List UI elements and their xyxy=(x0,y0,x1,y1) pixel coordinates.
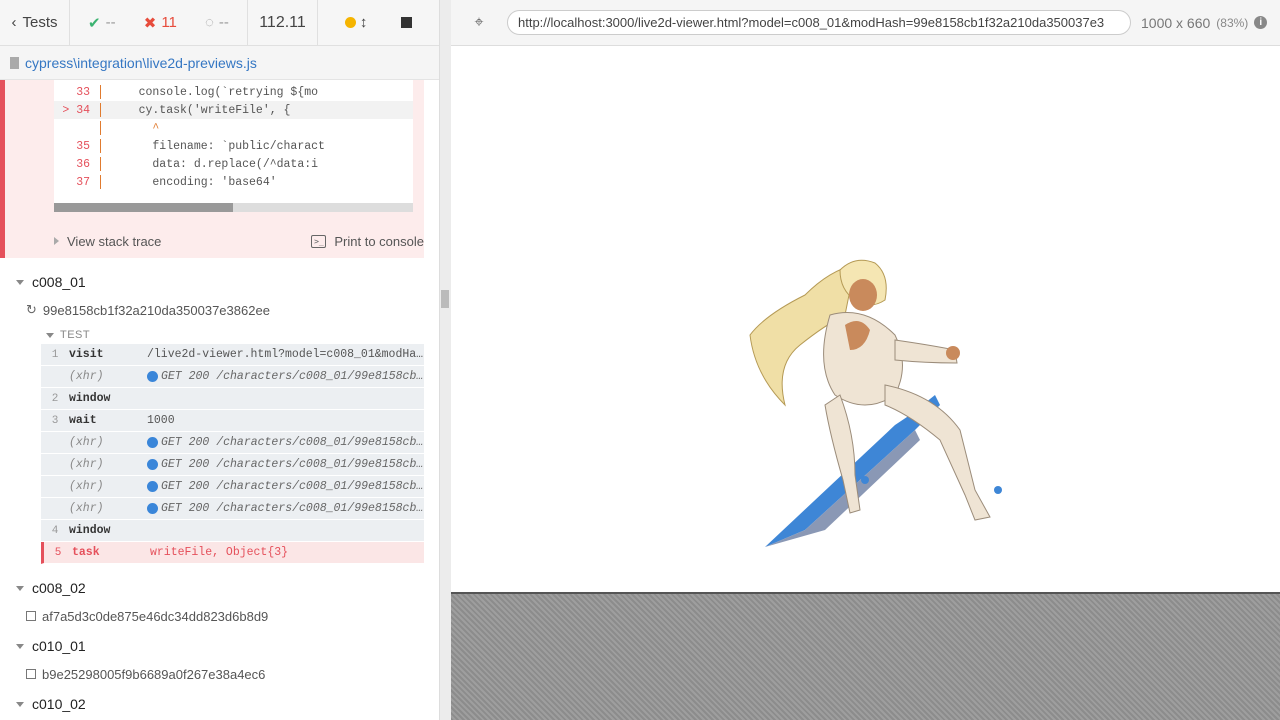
x-icon: ✖ xyxy=(143,14,157,32)
command-row-xhr[interactable]: (xhr) GET 200 /characters/c008_01/99e8158… xyxy=(41,366,424,388)
refresh-icon: ↻ xyxy=(26,302,37,317)
url-text: http://localhost:3000/live2d-viewer.html… xyxy=(518,15,1105,30)
live2d-character-image xyxy=(749,259,1002,547)
suite-c010-01[interactable]: c010_01 xyxy=(0,634,424,658)
test-row[interactable]: b9e25298005f9b6689a0f267e38a4ec6 xyxy=(0,663,424,685)
suite-c008-01[interactable]: c008_01 xyxy=(0,270,424,294)
tests-back-button[interactable]: ‹ Tests xyxy=(0,0,70,45)
square-icon xyxy=(26,611,36,621)
spec-file-name: cypress\integration\live2d-previews.js xyxy=(25,54,257,71)
pending-stat: ◌ -- xyxy=(205,14,229,31)
code-frame: 33 console.log(`retrying ${mo > 34 cy.ta… xyxy=(54,80,413,212)
code-line-caret: ^ xyxy=(54,119,413,137)
caret-right-icon xyxy=(54,237,59,245)
url-bar[interactable]: http://localhost:3000/live2d-viewer.html… xyxy=(507,10,1131,35)
xhr-status-icon xyxy=(147,459,158,470)
auto-scroll-toggle[interactable]: ↕ xyxy=(344,14,368,31)
aut-header: ⌖ http://localhost:3000/live2d-viewer.ht… xyxy=(451,0,1280,46)
code-line: 33 console.log(`retrying ${mo xyxy=(76,85,319,99)
view-stack-trace-button[interactable]: View stack trace xyxy=(54,234,161,249)
test-row[interactable]: ↻ 99e8158cb1f32a210da350037e3862ee xyxy=(0,299,424,321)
resize-grip-handle[interactable] xyxy=(441,290,449,308)
caret-down-icon xyxy=(16,279,24,285)
pending-count: -- xyxy=(218,14,229,31)
xhr-status-icon xyxy=(147,371,158,382)
suite-c008-02[interactable]: c008_02 xyxy=(0,576,424,600)
viewport-info: 1000 x 660 (83%) i xyxy=(1141,14,1268,31)
command-row-failed[interactable]: 5 task writeFile, Object{3} xyxy=(41,542,424,564)
failed-stat: ✖ 11 xyxy=(144,14,177,32)
viewport-size: 1000 x 660 xyxy=(1141,14,1211,31)
reporter-header: ‹ Tests ✔ -- ✖ 11 ◌ -- 112.11 ↕ xyxy=(0,0,439,46)
suite-c010-02[interactable]: c010_02 xyxy=(0,692,424,716)
caret-down-icon xyxy=(16,585,24,591)
selector-playground-button[interactable]: ⌖ xyxy=(451,14,507,32)
caret-down-icon xyxy=(46,332,54,338)
error-panel: 33 console.log(`retrying ${mo > 34 cy.ta… xyxy=(0,80,424,258)
test-section-label[interactable]: TEST xyxy=(46,328,90,342)
caret-down-icon xyxy=(16,643,24,649)
file-icon xyxy=(10,56,19,69)
command-row-xhr[interactable]: (xhr) GET 200 /characters/c008_01/99e8158… xyxy=(41,498,424,520)
spec-file-path[interactable]: cypress\integration\live2d-previews.js xyxy=(0,46,439,80)
check-icon: ✔ xyxy=(88,14,101,32)
info-icon[interactable]: i xyxy=(1254,16,1268,29)
passed-stat: ✔ -- xyxy=(88,14,116,32)
test-stats: ✔ -- ✖ 11 ◌ -- xyxy=(70,0,248,45)
command-row-xhr[interactable]: (xhr) GET 200 /characters/c008_01/99e8158… xyxy=(41,432,424,454)
duration: 112.11 xyxy=(248,0,318,45)
crosshairs-icon: ⌖ xyxy=(474,13,484,31)
command-row[interactable]: 3 wait 1000 xyxy=(41,410,424,432)
failed-count: 11 xyxy=(161,14,177,31)
status-dot-icon xyxy=(344,17,356,28)
terminal-icon: >_ xyxy=(311,234,327,248)
command-row-xhr[interactable]: (xhr) GET 200 /characters/c008_01/99e8158… xyxy=(41,476,424,498)
caret-down-icon xyxy=(16,701,24,707)
command-row[interactable]: 4 window xyxy=(41,520,424,542)
square-icon xyxy=(26,669,36,679)
command-row[interactable]: 1 visit/live2d-viewer.html?model=c008_01&… xyxy=(41,344,424,366)
xhr-status-icon xyxy=(147,437,158,448)
run-controls: ↕ xyxy=(318,0,439,45)
code-line: 36 data: d.replace(/^data:i xyxy=(76,157,319,171)
test-row[interactable]: af7a5d3c0de875e46dc34dd823d6b8d9 xyxy=(0,605,424,627)
code-scrollbar-thumb[interactable] xyxy=(54,203,233,212)
xhr-status-icon xyxy=(147,503,158,514)
command-row[interactable]: 2 window xyxy=(41,388,424,410)
panel-resizer[interactable] xyxy=(439,0,451,720)
error-footer: View stack trace >_ Print to console xyxy=(54,230,424,252)
passed-count: -- xyxy=(105,14,116,31)
print-to-console-button[interactable]: >_ Print to console xyxy=(311,234,424,249)
xhr-status-icon xyxy=(147,481,158,492)
arrows-vertical-icon: ↕ xyxy=(359,14,368,31)
aut-background xyxy=(451,594,1280,720)
code-line: 37 encoding: 'base64' xyxy=(76,175,277,189)
command-log: 1 visit/live2d-viewer.html?model=c008_01&… xyxy=(41,344,424,564)
code-scrollbar[interactable] xyxy=(54,203,413,212)
viewport-scale: (83%) xyxy=(1216,15,1249,30)
code-line-error: > 34 cy.task('writeFile', { xyxy=(54,101,413,119)
code-line: 35 filename: `public/charact xyxy=(76,139,325,153)
circle-notch-icon: ◌ xyxy=(205,14,214,31)
command-row-xhr[interactable]: (xhr) GET 200 /characters/c008_01/99e8158… xyxy=(41,454,424,476)
stop-icon[interactable] xyxy=(401,17,413,28)
chevron-left-icon: ‹ xyxy=(11,14,17,31)
tests-label: Tests xyxy=(22,14,58,31)
reporter-panel: ‹ Tests ✔ -- ✖ 11 ◌ -- 112.11 ↕ cypress\… xyxy=(0,0,439,720)
